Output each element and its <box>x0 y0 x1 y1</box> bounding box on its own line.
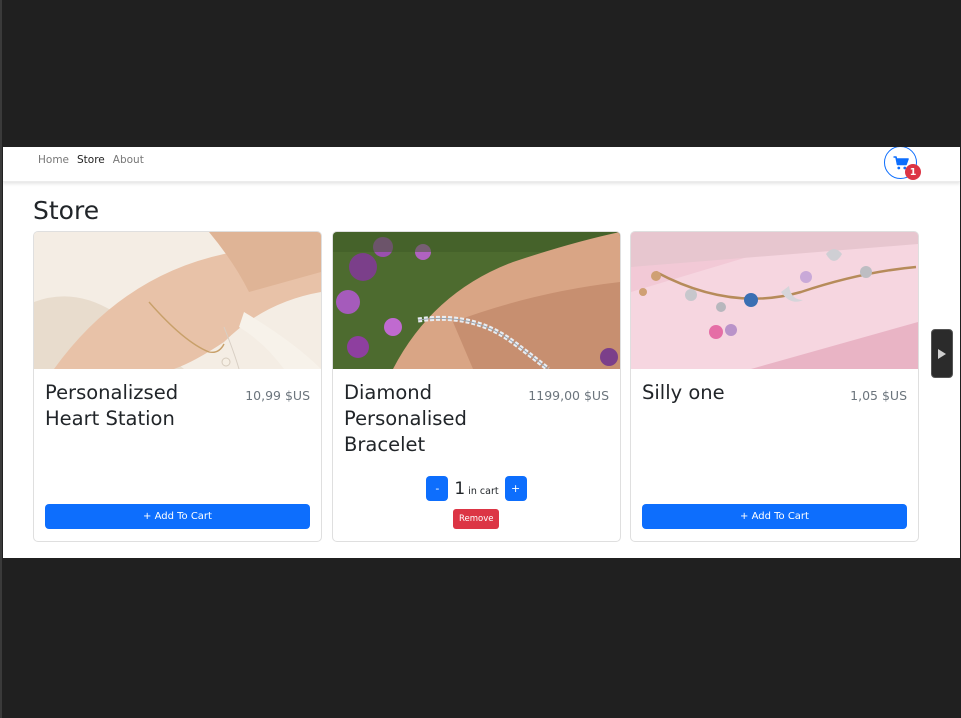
product-price: 1199,00 $US <box>528 388 609 403</box>
product-price: 1,05 $US <box>850 388 907 403</box>
cart-quantity-display: 1 in cart <box>454 479 498 499</box>
add-to-cart-button[interactable]: + Add To Cart <box>45 504 310 529</box>
product-name: Diamond Personalised Bracelet <box>344 381 467 456</box>
remove-from-cart-button[interactable]: Remove <box>453 509 499 529</box>
nav-link-home[interactable]: Home <box>38 154 69 166</box>
product-card: Silly one 1,05 $US + Add To Cart <box>630 231 919 542</box>
product-card: Diamond Personalised Bracelet 1199,00 $U… <box>332 231 621 542</box>
cart-quantity-controls: - 1 in cart + <box>333 476 620 501</box>
cart-quantity: 1 <box>454 478 466 499</box>
next-arrow-icon <box>938 348 946 359</box>
add-to-cart-button[interactable]: + Add To Cart <box>642 504 907 529</box>
browser-viewport: Home Store About 1 Store Personalizsed H… <box>3 147 960 558</box>
product-price: 10,99 $US <box>245 388 310 403</box>
product-card: Personalizsed Heart Station 10,99 $US + … <box>33 231 322 542</box>
cart-quantity-suffix: in cart <box>468 485 499 497</box>
page-title: Store <box>33 196 100 225</box>
navbar: Home Store About 1 <box>3 147 960 182</box>
nav-link-store[interactable]: Store <box>77 154 105 166</box>
nav-link-about[interactable]: About <box>113 154 144 166</box>
nav-links: Home Store About <box>38 154 144 166</box>
product-name: Silly one <box>642 381 725 404</box>
product-image <box>34 232 321 369</box>
product-image <box>631 232 918 369</box>
decrease-quantity-button[interactable]: - <box>426 476 449 501</box>
window-edge <box>0 0 2 718</box>
cart-count-badge: 1 <box>905 164 921 180</box>
product-image <box>333 232 620 369</box>
increase-quantity-button[interactable]: + <box>504 476 527 501</box>
side-panel-toggle[interactable] <box>931 329 953 378</box>
product-name: Personalizsed Heart Station <box>45 381 179 430</box>
